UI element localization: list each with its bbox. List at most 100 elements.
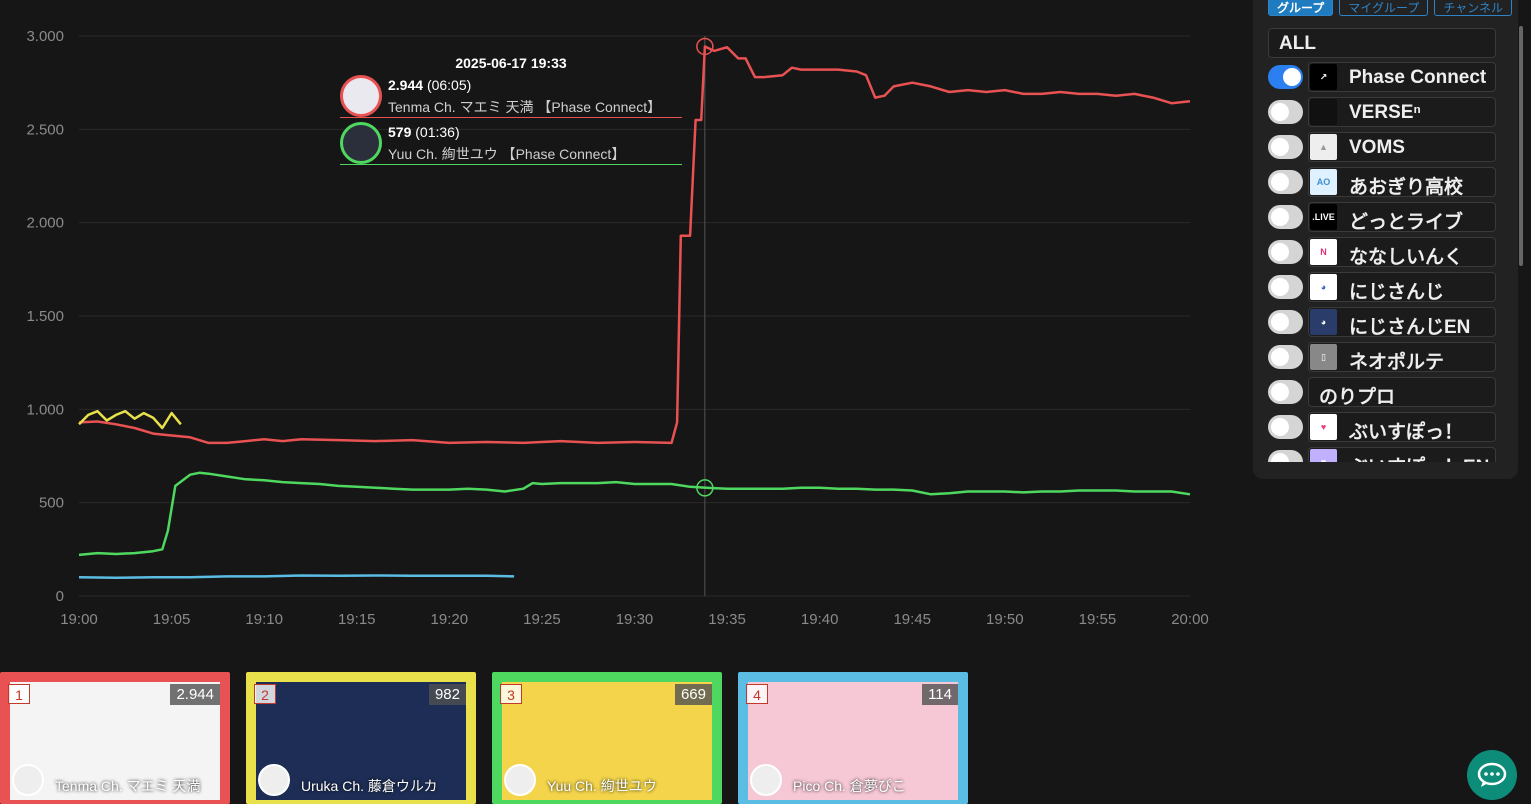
ranking-cards: 1 2.944 Tenma Ch. マエミ 天満 2 982 Uruka Ch. 藤倉ウル… (0, 672, 1233, 804)
group-button[interactable]: ◕ にじさんじEN (1308, 307, 1496, 338)
group-button[interactable]: ♥ ぶいすぽっ！ (1308, 412, 1496, 443)
tooltip-row: 2.944 (06:05) Tenma Ch. マエミ 天満 【Phase Co… (340, 75, 682, 118)
viewer-count: 669 (674, 684, 712, 705)
group-label: ぶいすぽっ！ (1349, 422, 1464, 443)
tab-channel[interactable]: チャンネル (1434, 0, 1512, 16)
tooltip-value: 579 (388, 124, 412, 140)
tooltip-value: 2.944 (388, 77, 424, 93)
x-tick-label: 19:15 (338, 611, 376, 628)
group-item[interactable]: ◕ にじさんじ (1268, 272, 1498, 303)
toggle-knob (1271, 243, 1289, 261)
group-item[interactable]: ◕ にじさんじEN (1268, 307, 1498, 338)
y-tick-label: 0 (56, 588, 64, 605)
group-button[interactable]: ▲ VOMS (1308, 132, 1496, 162)
group-logo-icon: ♥ (1310, 414, 1337, 440)
all-groups-button[interactable]: ALL (1268, 28, 1496, 58)
toggle-knob (1271, 208, 1289, 226)
filter-tabs: グループ マイグループ チャンネル (1268, 0, 1512, 16)
chat-icon (1477, 762, 1507, 787)
stream-card[interactable]: 3 669 Yuu Ch. 絢世ユウ (492, 672, 722, 804)
rank-badge: 4 (746, 684, 768, 704)
group-logo-icon: ↗ (1310, 64, 1337, 90)
group-button[interactable]: のりプロ (1308, 377, 1496, 408)
group-toggle[interactable] (1268, 380, 1303, 404)
group-toggle[interactable] (1268, 65, 1303, 89)
channel-name: Tenma Ch. マエミ 天満 (55, 778, 201, 794)
group-button[interactable]: ↗ Phase Connect (1308, 62, 1496, 92)
series-line (78, 409, 182, 430)
series-line (78, 471, 1191, 557)
group-item[interactable]: ▲ VOMS (1268, 132, 1498, 162)
group-toggle[interactable] (1268, 345, 1303, 369)
tooltip-channel-name: Tenma Ch. マエミ 天満 【Phase Connect】 (388, 99, 662, 115)
group-button[interactable]: ▯ ネオポルテ (1308, 342, 1496, 373)
tooltip-duration: (06:05) (426, 77, 472, 93)
group-toggle[interactable] (1268, 415, 1303, 439)
group-item[interactable]: N ななしいんく (1268, 237, 1498, 268)
group-item[interactable]: ↗ Phase Connect (1268, 62, 1498, 92)
group-label: にじさんじEN (1349, 317, 1471, 338)
x-tick-label: 19:20 (431, 611, 469, 628)
group-button[interactable]: VERSEⁿ (1308, 97, 1496, 127)
group-item[interactable]: ▯ ネオポルテ (1268, 342, 1498, 373)
group-toggle[interactable] (1268, 100, 1303, 124)
group-toggle[interactable] (1268, 275, 1303, 299)
sidebar: グループ マイグループ チャンネル ALL ↗ Phase Connect VERS… (1233, 0, 1531, 804)
group-label: ぶいすぽっ！EN (1349, 452, 1489, 462)
chart-area[interactable]: 0 500 1.000 1.500 2.000 2.500 3.000 19:00 19:05 1… (0, 0, 1233, 660)
group-logo-icon: AO (1310, 169, 1337, 195)
tab-group[interactable]: グループ (1268, 0, 1334, 16)
group-button[interactable]: N ななしいんく (1308, 237, 1496, 268)
rank-badge: 2 (254, 684, 276, 704)
group-toggle[interactable] (1268, 170, 1303, 194)
group-toggle[interactable] (1268, 240, 1303, 264)
avatar (258, 764, 290, 796)
group-button[interactable]: AO あおぎり高校 (1308, 167, 1496, 198)
group-label: ネオポルテ (1349, 352, 1445, 373)
channel-name: Uruka Ch. 藤倉ウルカ (301, 778, 438, 794)
tab-my-group[interactable]: マイグループ (1339, 0, 1429, 16)
chat-button[interactable] (1467, 750, 1517, 800)
x-tick-label: 19:55 (1079, 611, 1117, 628)
stream-card[interactable]: 2 982 Uruka Ch. 藤倉ウルカ (246, 672, 476, 804)
group-toggle[interactable] (1268, 135, 1303, 159)
stream-card[interactable]: 4 114 Pico Ch. 倉夢ぴこ (738, 672, 968, 804)
group-list[interactable]: ↗ Phase Connect VERSEⁿ ▲ VOMS AO あおぎり高校 .LIVE どっ… (1268, 62, 1498, 462)
group-label: のりプロ (1319, 387, 1396, 408)
x-tick-label: 19:30 (616, 611, 654, 628)
group-item[interactable]: AO あおぎり高校 (1268, 167, 1498, 198)
group-toggle[interactable] (1268, 450, 1303, 462)
group-toggle[interactable] (1268, 205, 1303, 229)
toggle-knob (1271, 383, 1289, 401)
group-item[interactable]: ♥ ぶいすぽっ！ (1268, 412, 1498, 443)
toggle-knob (1271, 278, 1289, 296)
viewer-count: 114 (922, 684, 958, 705)
group-button[interactable]: ◕ にじさんじ (1308, 272, 1496, 303)
avatar (750, 764, 782, 796)
group-toggle[interactable] (1268, 310, 1303, 334)
y-tick-label: 3.000 (26, 28, 64, 45)
stream-card[interactable]: 1 2.944 Tenma Ch. マエミ 天満 (0, 672, 230, 804)
avatar (340, 122, 382, 164)
avatar (504, 764, 536, 796)
group-logo-icon: ▲ (1310, 134, 1337, 160)
x-tick-label: 19:35 (708, 611, 746, 628)
avatar (340, 75, 382, 117)
group-item[interactable]: VERSEⁿ (1268, 97, 1498, 127)
group-item[interactable]: .LIVE どっとライブ (1268, 202, 1498, 233)
chart-tooltip: 2025-06-17 19:33 2.944 (06:05) Tenma Ch.… (340, 55, 682, 165)
x-tick-label: 19:50 (986, 611, 1024, 628)
y-tick-label: 2.500 (26, 121, 64, 138)
group-label: ななしいんく (1349, 247, 1464, 268)
tooltip-date: 2025-06-17 19:33 (455, 55, 567, 71)
group-list-scrollbar[interactable] (1519, 26, 1523, 266)
toggle-knob (1271, 348, 1289, 366)
group-label: どっとライブ (1349, 212, 1464, 233)
tooltip-duration: (01:36) (415, 124, 460, 140)
group-button[interactable]: .LIVE どっとライブ (1308, 202, 1496, 233)
tooltip-row: 579 (01:36) Yuu Ch. 絢世ユウ 【Phase Connect】 (340, 122, 682, 165)
group-label: VERSEⁿ (1349, 102, 1421, 123)
group-item[interactable]: ♥ ぶいすぽっ！EN (1268, 447, 1498, 462)
group-button[interactable]: ♥ ぶいすぽっ！EN (1308, 447, 1496, 462)
group-item[interactable]: のりプロ (1268, 377, 1498, 408)
